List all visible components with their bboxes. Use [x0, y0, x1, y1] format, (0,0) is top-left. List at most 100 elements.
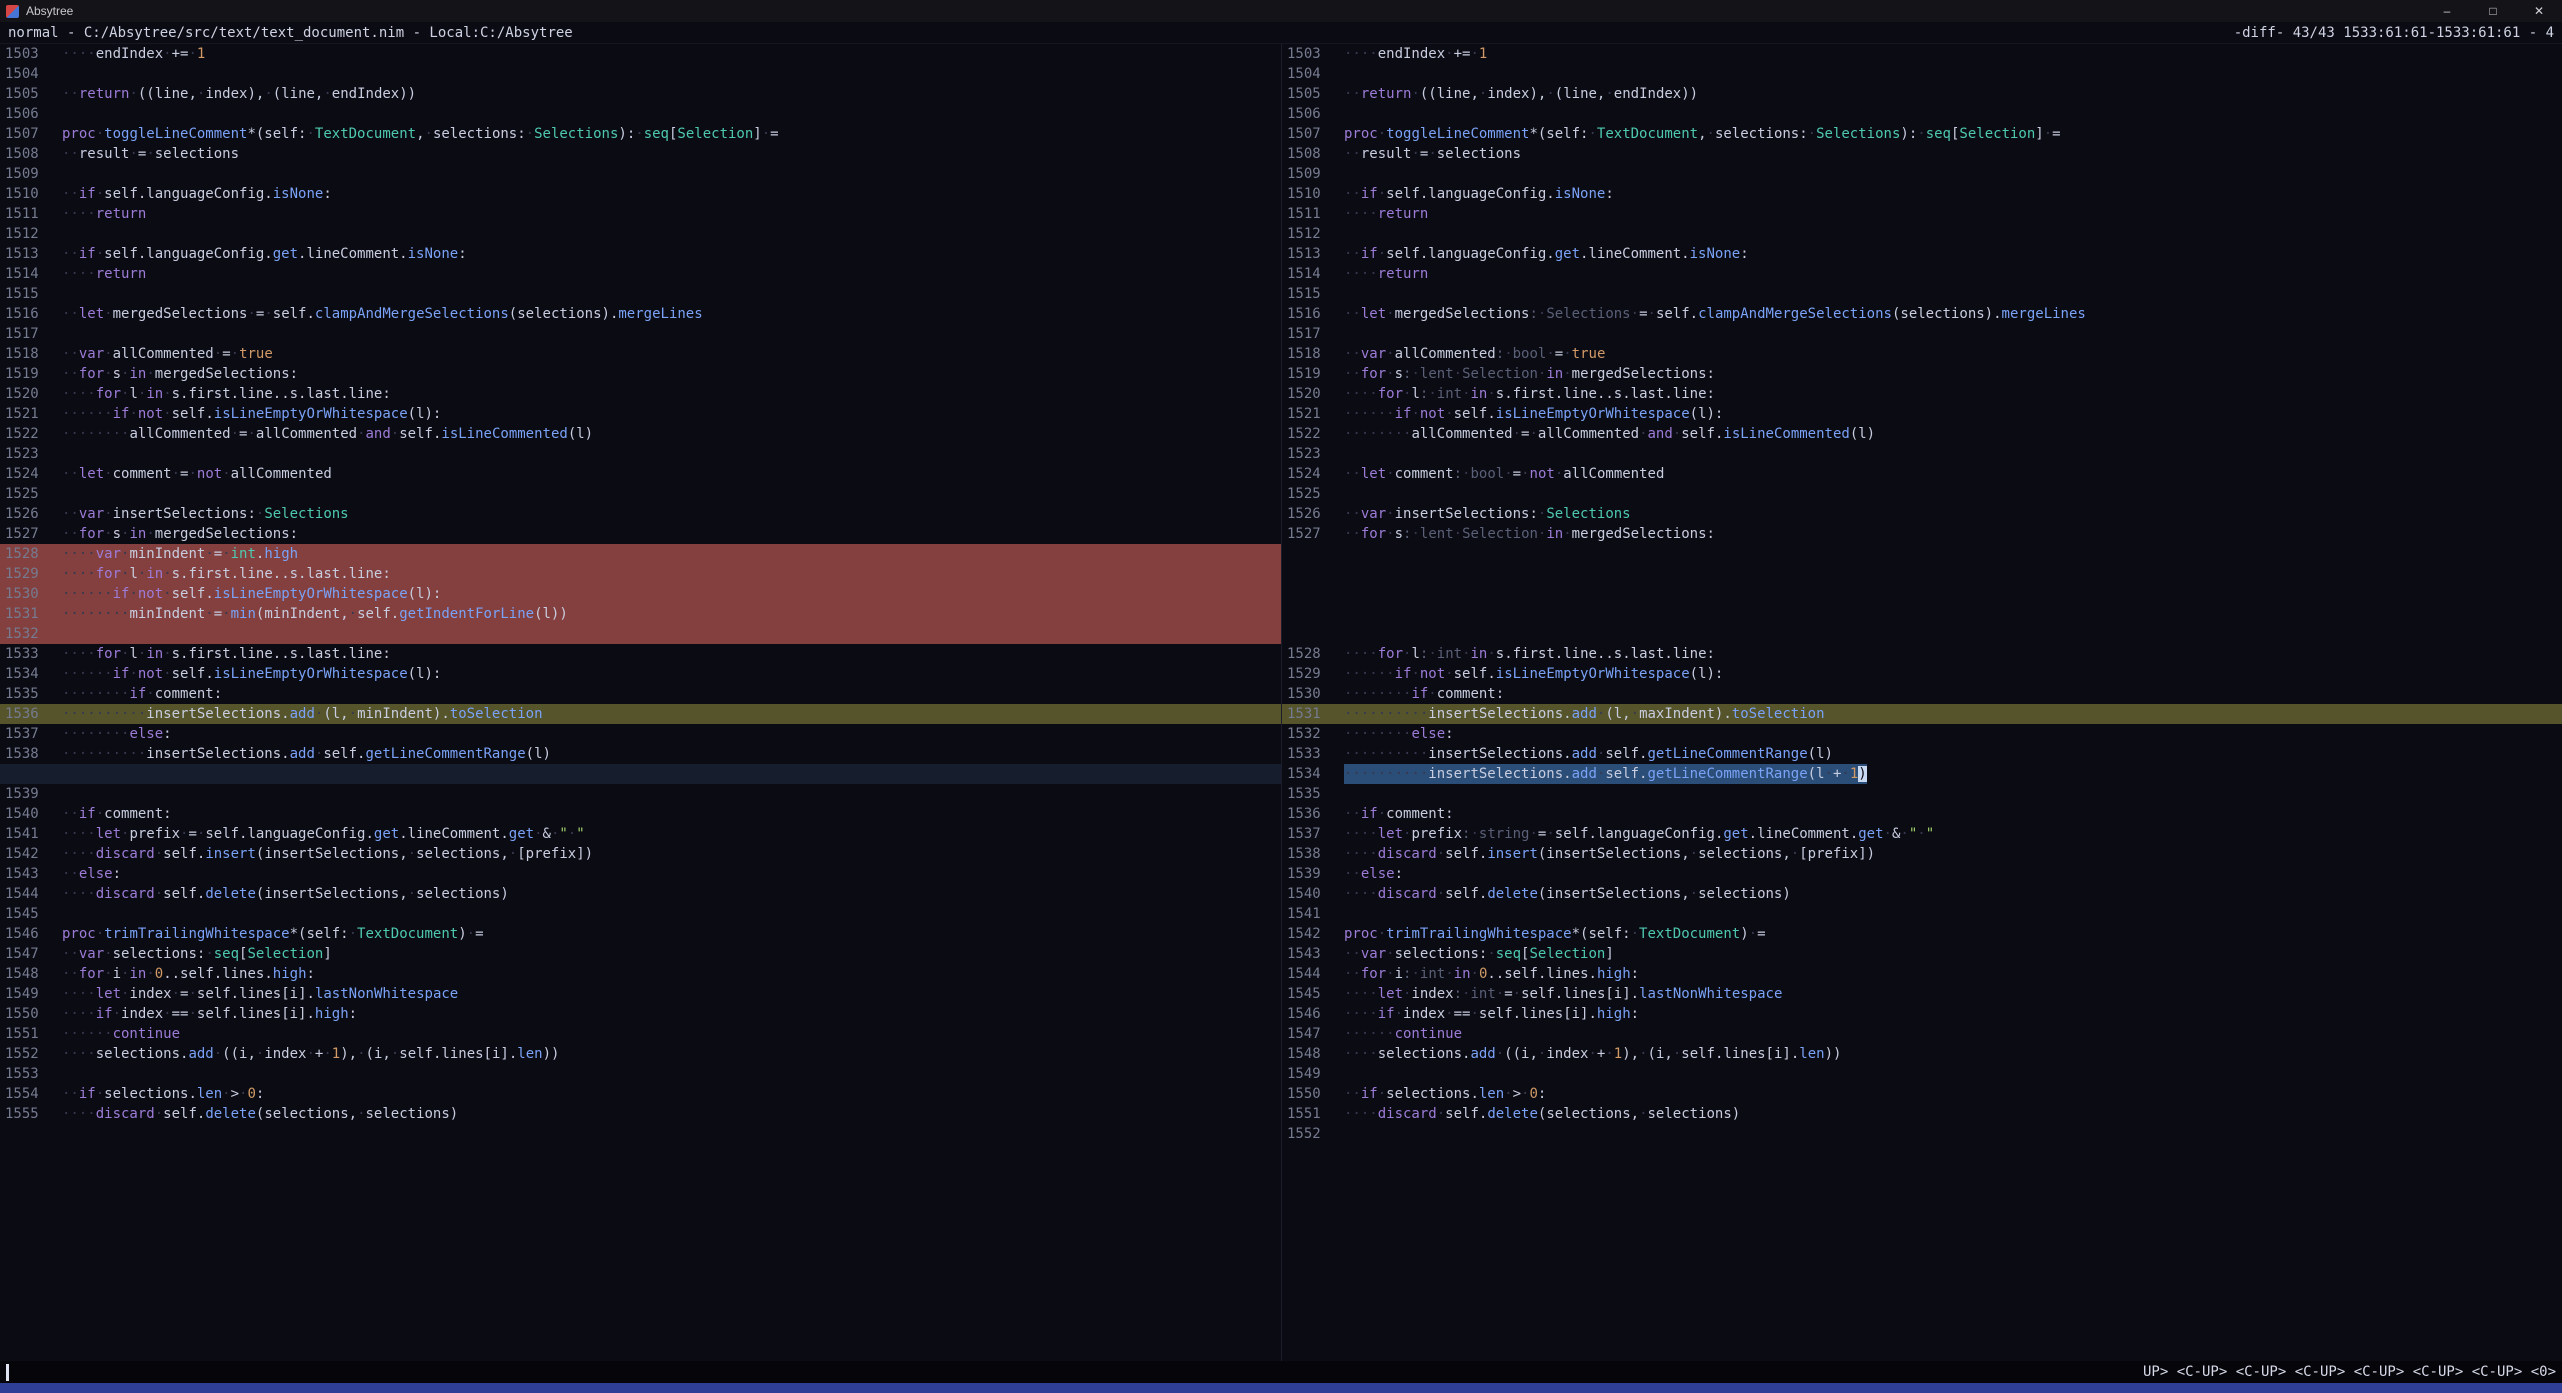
code-line[interactable]: 1520 ····for·l·in·s.first.line..s.last.li…	[0, 384, 1281, 404]
code-line[interactable]: 1528 ····for·l:·int·in·s.first.line..s.la…	[1282, 644, 2562, 664]
code-line[interactable]: 1504	[0, 64, 1281, 84]
code-line[interactable]: 1507 proc·toggleLineComment*(self:·TextDo…	[0, 124, 1281, 144]
code-line[interactable]: 1511 ····return	[1282, 204, 2562, 224]
code-line[interactable]: 1533 ····for·l·in·s.first.line..s.last.li…	[0, 644, 1281, 664]
code-line[interactable]: 1523	[0, 444, 1281, 464]
code-line[interactable]: 1518 ··var·allCommented·=·true	[0, 344, 1281, 364]
code-line[interactable]: 1514 ····return	[1282, 264, 2562, 284]
code-line[interactable]: 1520 ····for·l:·int·in·s.first.line..s.la…	[1282, 384, 2562, 404]
code-line[interactable]: 1549 ····let·index·=·self.lines[i].lastNo…	[0, 984, 1281, 1004]
code-line[interactable]: 1503 ····endIndex·+=·1	[0, 44, 1281, 64]
code-line[interactable]: 1506	[1282, 104, 2562, 124]
code-line[interactable]: 1554 ··if·selections.len·>·0:	[0, 1084, 1281, 1104]
code-line[interactable]: 1545 ····let·index:·int·=·self.lines[i].l…	[1282, 984, 2562, 1004]
code-line[interactable]: 1534 ······if·not·self.isLineEmptyOrWhite…	[0, 664, 1281, 684]
code-line[interactable]: 1509	[1282, 164, 2562, 184]
code-line[interactable]: 1514 ····return	[0, 264, 1281, 284]
code-line[interactable]: 1536 ··········insertSelections.add·(l,·m…	[0, 704, 1281, 724]
code-line[interactable]: 1550 ··if·selections.len·>·0:	[1282, 1084, 2562, 1104]
code-line[interactable]: 1505 ··return·((line,·index),·(line,·endI…	[1282, 84, 2562, 104]
code-line[interactable]: 1555 ····discard·self.delete(selections,·…	[0, 1104, 1281, 1124]
code-line[interactable]: 1541	[1282, 904, 2562, 924]
code-line[interactable]: 1532	[0, 624, 1281, 644]
code-line[interactable]: 1503 ····endIndex·+=·1	[1282, 44, 2562, 64]
code-line[interactable]: 1526 ··var·insertSelections:·Selections	[0, 504, 1281, 524]
code-line[interactable]: 1529 ····for·l·in·s.first.line..s.last.li…	[0, 564, 1281, 584]
code-line[interactable]: 1548 ····selections.add·((i,·index·+·1),·…	[1282, 1044, 2562, 1064]
code-line[interactable]: 1519 ··for·s:·lent·Selection·in·mergedSel…	[1282, 364, 2562, 384]
code-line[interactable]: 1544 ··for·i:·int·in·0..self.lines.high:	[1282, 964, 2562, 984]
code-line[interactable]: 1507 proc·toggleLineComment*(self:·TextDo…	[1282, 124, 2562, 144]
code-line[interactable]: 1510 ··if·self.languageConfig.isNone:	[1282, 184, 2562, 204]
code-line[interactable]: 1521 ······if·not·self.isLineEmptyOrWhite…	[0, 404, 1281, 424]
code-line[interactable]: 1505 ··return·((line,·index),·(line,·endI…	[0, 84, 1281, 104]
code-line[interactable]	[1282, 604, 2562, 624]
code-line[interactable]: 1533 ··········insertSelections.add·self.…	[1282, 744, 2562, 764]
code-line[interactable]: 1545	[0, 904, 1281, 924]
code-line[interactable]: 1525	[1282, 484, 2562, 504]
code-line[interactable]: 1525	[0, 484, 1281, 504]
code-line[interactable]: 1532 ········else:	[1282, 724, 2562, 744]
code-line[interactable]: 1553	[0, 1064, 1281, 1084]
code-line[interactable]: 1546 proc·trimTrailingWhitespace*(self:·T…	[0, 924, 1281, 944]
code-line[interactable]: 1511 ····return	[0, 204, 1281, 224]
close-button[interactable]: ✕	[2516, 0, 2562, 22]
code-line[interactable]: 1512	[0, 224, 1281, 244]
code-line[interactable]: 1527 ··for·s·in·mergedSelections:	[0, 524, 1281, 544]
maximize-button[interactable]: □	[2470, 0, 2516, 22]
code-line[interactable]: 1551 ····discard·self.delete(selections,·…	[1282, 1104, 2562, 1124]
code-line[interactable]: 1516 ··let·mergedSelections·=·self.clampA…	[0, 304, 1281, 324]
code-line[interactable]: 1531 ········minIndent·=·min(minIndent,·s…	[0, 604, 1281, 624]
code-line[interactable]: 1547 ··var·selections:·seq[Selection]	[0, 944, 1281, 964]
code-line[interactable]: 1538 ····discard·self.insert(insertSelect…	[1282, 844, 2562, 864]
code-line[interactable]: 1549	[1282, 1064, 2562, 1084]
code-line[interactable]: 1515	[1282, 284, 2562, 304]
code-line[interactable]: 1543 ··var·selections:·seq[Selection]	[1282, 944, 2562, 964]
code-line[interactable]: 1515	[0, 284, 1281, 304]
code-line[interactable]: 1529 ······if·not·self.isLineEmptyOrWhite…	[1282, 664, 2562, 684]
code-line[interactable]	[1282, 584, 2562, 604]
code-line[interactable]: 1541 ····let·prefix·=·self.languageConfig…	[0, 824, 1281, 844]
code-line[interactable]: 1542 proc·trimTrailingWhitespace*(self:·T…	[1282, 924, 2562, 944]
code-line[interactable]: 1509	[0, 164, 1281, 184]
code-line[interactable]: 1536 ··if·comment:	[1282, 804, 2562, 824]
code-line[interactable]: 1526 ··var·insertSelections:·Selections	[1282, 504, 2562, 524]
code-line[interactable]: 1531 ··········insertSelections.add·(l,·m…	[1282, 704, 2562, 724]
code-line[interactable]: 1548 ··for·i·in·0..self.lines.high:	[0, 964, 1281, 984]
diff-pane-left[interactable]: 1503 ····endIndex·+=·1 1504 1505 ··return·((…	[0, 44, 1281, 1361]
code-line[interactable]: 1544 ····discard·self.delete(insertSelect…	[0, 884, 1281, 904]
code-line[interactable]: 1534 ··········insertSelections.add·self.…	[1282, 764, 2562, 784]
code-line[interactable]: 1540 ··if·comment:	[0, 804, 1281, 824]
code-line[interactable]: 1551 ······continue	[0, 1024, 1281, 1044]
code-line[interactable]: 1523	[1282, 444, 2562, 464]
code-line[interactable]: 1517	[0, 324, 1281, 344]
code-line[interactable]: 1528 ····var·minIndent·=·int.high	[0, 544, 1281, 564]
code-line[interactable]: 1519 ··for·s·in·mergedSelections:	[0, 364, 1281, 384]
diff-pane-right[interactable]: 1503 ····endIndex·+=·1 1504 1505 ··return·((…	[1281, 44, 2562, 1361]
code-line[interactable]: 1552	[1282, 1124, 2562, 1144]
code-line[interactable]: 1530 ······if·not·self.isLineEmptyOrWhite…	[0, 584, 1281, 604]
code-line[interactable]: 1510 ··if·self.languageConfig.isNone:	[0, 184, 1281, 204]
command-bar[interactable]: UP> <C-UP> <C-UP> <C-UP> <C-UP> <C-UP> <…	[0, 1361, 2562, 1383]
code-line[interactable]: 1552 ····selections.add·((i,·index·+·1),·…	[0, 1044, 1281, 1064]
code-line[interactable]: 1516 ··let·mergedSelections:·Selections·=…	[1282, 304, 2562, 324]
code-line[interactable]: 1537 ····let·prefix:·string·=·self.langua…	[1282, 824, 2562, 844]
code-line[interactable]: 1550 ····if·index·==·self.lines[i].high:	[0, 1004, 1281, 1024]
code-line[interactable]: 1524 ··let·comment:·bool·=·not·allComment…	[1282, 464, 2562, 484]
code-line[interactable]: 1504	[1282, 64, 2562, 84]
code-line[interactable]: 1513 ··if·self.languageConfig.get.lineCom…	[1282, 244, 2562, 264]
code-line[interactable]: 1530 ········if·comment:	[1282, 684, 2562, 704]
code-line[interactable]: 1535	[1282, 784, 2562, 804]
code-line[interactable]: 1522 ········allCommented·=·allCommented·…	[0, 424, 1281, 444]
code-line[interactable]: 1542 ····discard·self.insert(insertSelect…	[0, 844, 1281, 864]
code-line[interactable]: 1512	[1282, 224, 2562, 244]
code-line[interactable]: 1538 ··········insertSelections.add·self.…	[0, 744, 1281, 764]
code-line[interactable]: 1513 ··if·self.languageConfig.get.lineCom…	[0, 244, 1281, 264]
code-line[interactable]: 1521 ······if·not·self.isLineEmptyOrWhite…	[1282, 404, 2562, 424]
minimize-button[interactable]: –	[2424, 0, 2470, 22]
code-line[interactable]: 1540 ····discard·self.delete(insertSelect…	[1282, 884, 2562, 904]
code-line[interactable]	[0, 764, 1281, 784]
code-line[interactable]: 1524 ··let·comment·=·not·allCommented	[0, 464, 1281, 484]
code-line[interactable]: 1517	[1282, 324, 2562, 344]
code-line[interactable]: 1508 ··result·=·selections	[0, 144, 1281, 164]
